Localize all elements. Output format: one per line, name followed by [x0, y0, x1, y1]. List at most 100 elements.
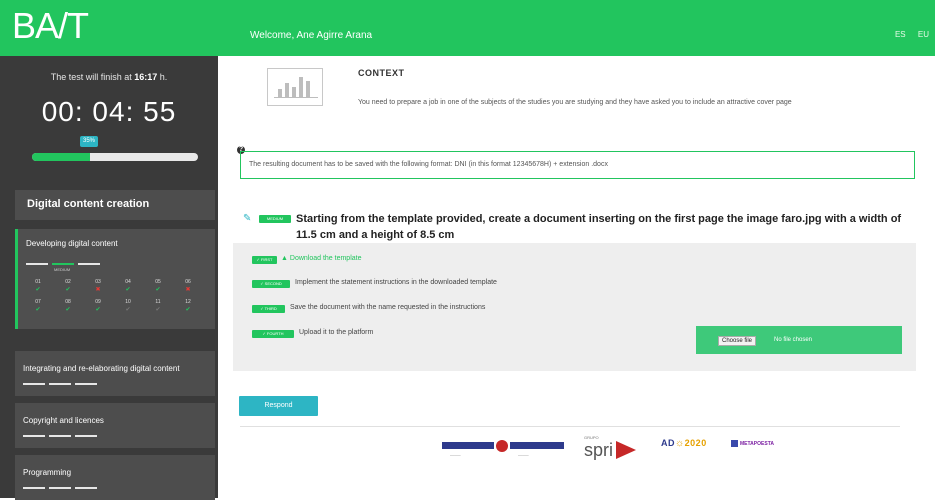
question-cell[interactable]: 05 ✔ [150, 279, 166, 293]
lang-es-link[interactable]: ES [895, 30, 906, 39]
progress-bar-fill [32, 153, 91, 161]
respond-button[interactable]: Respond [239, 396, 318, 416]
level-dash [75, 383, 97, 385]
context-body: You need to prepare a job in one of the … [358, 99, 792, 106]
level-dash-active [52, 263, 74, 265]
level-dash [23, 487, 45, 489]
level-label: MEDIUM [54, 267, 71, 272]
level-dash [49, 383, 71, 385]
question-cell[interactable]: 09 ✔ [90, 299, 106, 313]
question-number: 12 [185, 299, 191, 305]
question-number: 01 [35, 279, 41, 285]
sidebar-item-copyright[interactable]: Copyright and licences [15, 403, 215, 448]
question-cell[interactable]: 01 ✔ [30, 279, 46, 293]
question-number: 03 [95, 279, 101, 285]
sidebar-item-developing-digital-content[interactable]: Developing digital content MEDIUM 01 ✔ 02 ✔… [15, 229, 215, 329]
step-badge: ✓ FIRST [252, 256, 277, 264]
step-text: Save the document with the name requeste… [290, 304, 486, 311]
cross-icon: ✖ [185, 287, 191, 293]
spri-arrow-icon [616, 441, 636, 459]
timer-caption-suffix: h. [157, 72, 168, 82]
question-number: 06 [185, 279, 191, 285]
timer-caption-prefix: The test will finish at [50, 72, 135, 82]
sidebar-item-label: Copyright and licences [23, 416, 104, 425]
basque-government-logo: ───── ───── [442, 438, 564, 462]
question-number: 02 [65, 279, 71, 285]
level-dash [75, 487, 97, 489]
sidebar-item-label: Integrating and re-elaborating digital c… [23, 364, 180, 373]
step-badge: ✓ FOURTH [252, 330, 294, 338]
question-cell[interactable]: 11 ✔ [150, 299, 166, 313]
check-icon: ✔ [125, 287, 131, 293]
app-logo[interactable]: BA/T [12, 5, 89, 47]
question-cell[interactable]: 10 ✔ [120, 299, 136, 313]
warning-icon: ▲ [281, 255, 288, 262]
sidebar-item-integrating[interactable]: Integrating and re-elaborating digital c… [15, 351, 215, 396]
divider [240, 426, 900, 427]
sidebar-item-label: Developing digital content [26, 239, 118, 248]
download-template-link[interactable]: ▲ Download the template [281, 255, 362, 262]
spri-logo: spri [584, 440, 614, 460]
question-cell[interactable]: 04 ✔ [120, 279, 136, 293]
question-cell[interactable]: 07 ✔ [30, 299, 46, 313]
question-cell[interactable]: 08 ✔ [60, 299, 76, 313]
question-cell[interactable]: 02 ✔ [60, 279, 76, 293]
language-switcher: ES EU [885, 30, 929, 39]
step-badge: ✓ THIRD [252, 305, 285, 313]
ad-prefix: AD [661, 438, 675, 448]
section-title: Digital content creation [27, 198, 150, 210]
check-icon: ✔ [35, 307, 41, 313]
sidebar-item-programming[interactable]: Programming [15, 455, 215, 500]
timer-caption: The test will finish at 16:17 h. [0, 72, 218, 82]
check-icon: ✔ [155, 307, 161, 313]
question-number: 09 [95, 299, 101, 305]
level-dash [78, 263, 100, 265]
check-icon: ✔ [155, 287, 161, 293]
ad-year: 2020 [684, 438, 707, 448]
step-badge: ✓ SECOND [252, 280, 290, 288]
no-file-label: No file chosen [774, 337, 813, 343]
check-icon: ✔ [185, 307, 191, 313]
check-icon: ✔ [35, 287, 41, 293]
step-text: Upload it to the platform [299, 329, 374, 336]
question-cell[interactable]: 03 ✖ [90, 279, 106, 293]
check-icon: ✔ [125, 307, 131, 313]
countdown-timer: 00: 04: 55 [41, 96, 177, 127]
question-number: 10 [125, 299, 131, 305]
metapoesta-label: METAPOESTA [740, 440, 774, 447]
sidebar: The test will finish at 16:17 h. 00: 04:… [0, 56, 218, 500]
question-number: 08 [65, 299, 71, 305]
level-dash [23, 383, 45, 385]
question-cell[interactable]: 12 ✔ [180, 299, 196, 313]
question-number: 11 [155, 299, 161, 305]
progress-percent-badge: 35% [80, 136, 98, 147]
chart-icon [267, 68, 323, 106]
check-icon: ✔ [65, 287, 71, 293]
metapoesta-logo: METAPOESTA [731, 440, 774, 447]
ad2020-logo: AD☼2020 [661, 438, 707, 449]
cross-icon: ✖ [95, 287, 101, 293]
check-icon: ✔ [95, 307, 101, 313]
edit-icon: ✎ [243, 213, 252, 224]
bulb-icon: ☼ [675, 438, 685, 449]
level-dash [23, 435, 45, 437]
level-dash [75, 435, 97, 437]
progress-bar [32, 153, 198, 161]
lang-eu-link[interactable]: EU [918, 30, 929, 39]
download-template-label: Download the template [289, 255, 362, 262]
check-icon: ✔ [65, 307, 71, 313]
welcome-message: Welcome, Ane Agirre Arana [250, 30, 373, 41]
file-upload: Choose file No file chosen [696, 326, 902, 354]
choose-file-button[interactable]: Choose file [718, 336, 757, 346]
metapoesta-mark-icon [731, 440, 738, 447]
timer-finish-time: 16:17 [134, 72, 158, 82]
question-number: 05 [155, 279, 161, 285]
top-bar: BA/T Welcome, Ane Agirre Arana ES EU [0, 0, 935, 56]
task-statement: Starting from the template provided, cre… [296, 213, 902, 241]
step-text: Implement the statement instructions in … [295, 279, 497, 286]
level-dash [49, 435, 71, 437]
question-number: 07 [35, 299, 41, 305]
question-cell[interactable]: 06 ✖ [180, 279, 196, 293]
format-notice: The resulting document has to be saved w… [240, 151, 915, 179]
sidebar-item-label: Programming [23, 468, 72, 477]
